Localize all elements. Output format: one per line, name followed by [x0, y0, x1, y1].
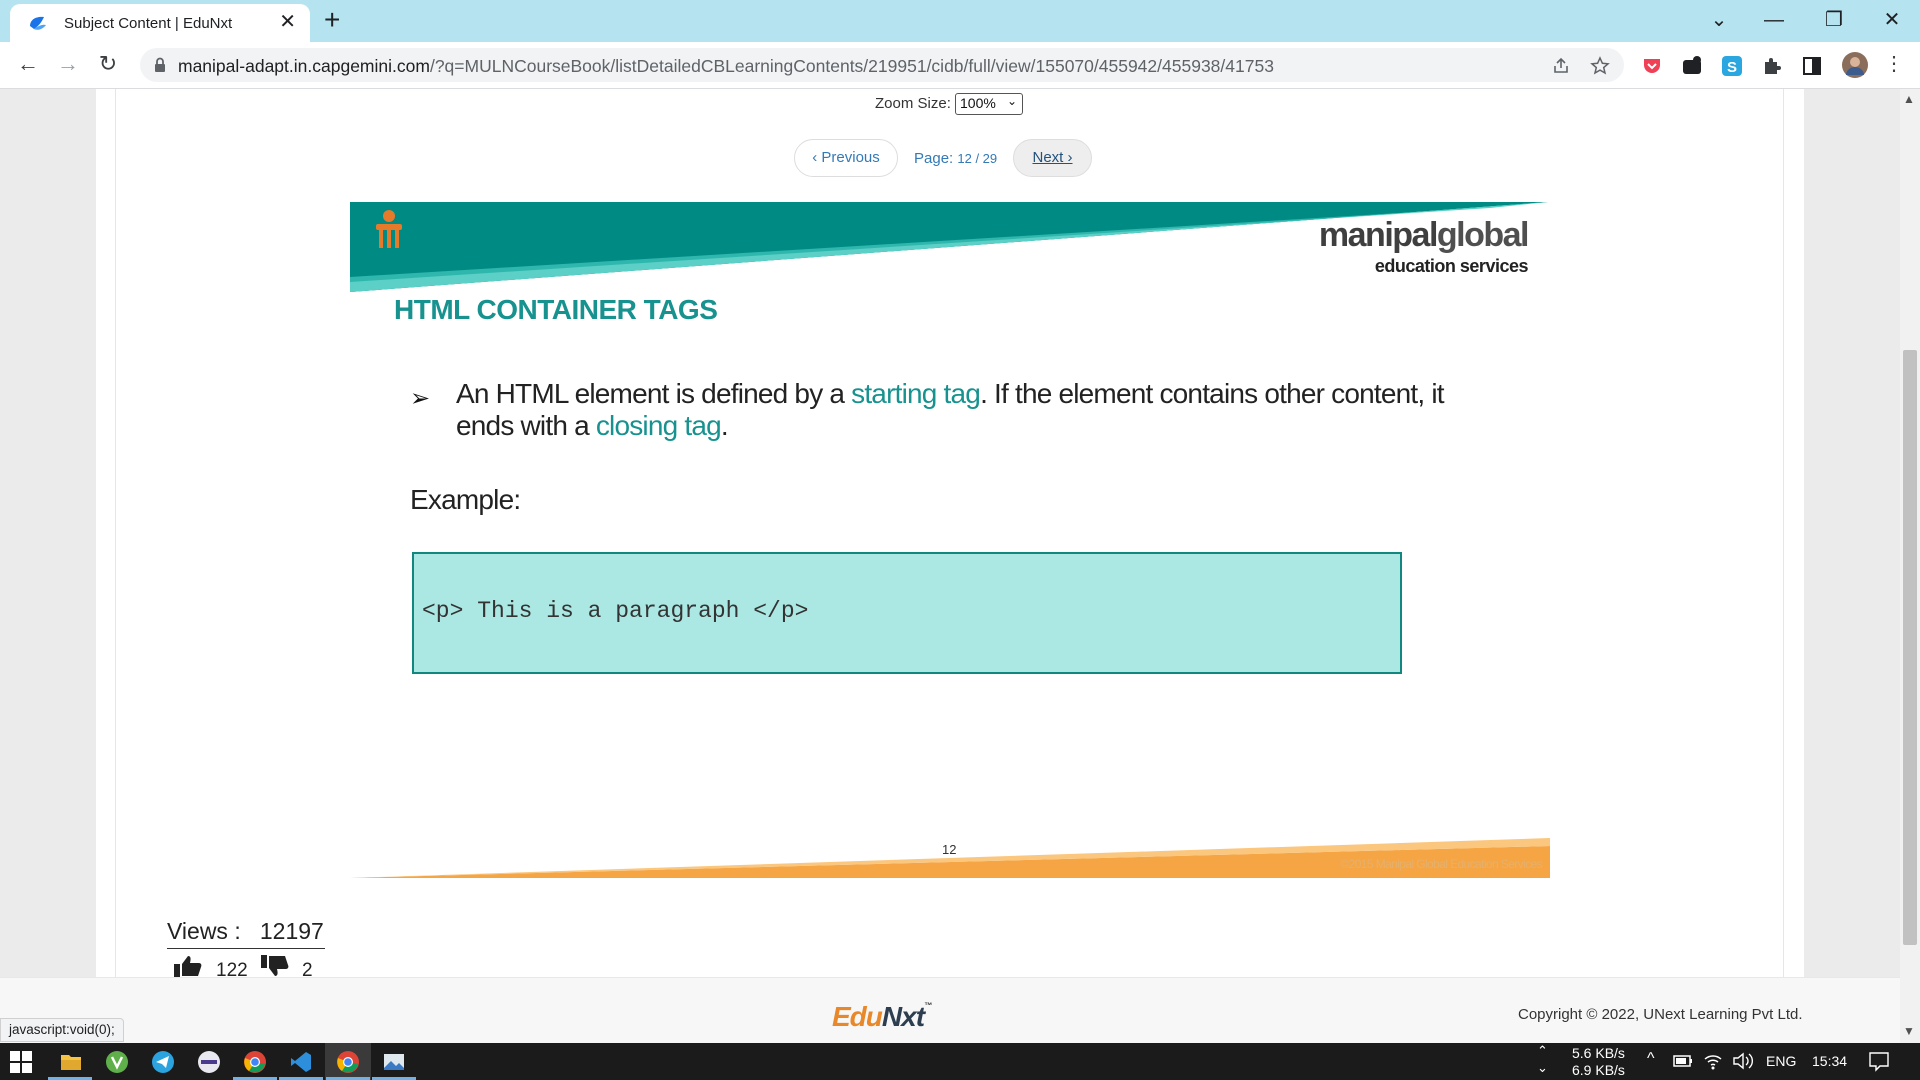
zoom-value: 100%: [960, 95, 996, 111]
reload-button[interactable]: ↻: [92, 51, 124, 77]
bullet-text: An HTML element is defined by a starting…: [456, 378, 1445, 441]
new-tab-button[interactable]: +: [324, 6, 340, 34]
tab-title: Subject Content | EduNxt: [64, 15, 233, 32]
thumbs-up-icon[interactable]: [174, 955, 202, 977]
browser-tab-active[interactable]: Subject Content | EduNxt ✕: [10, 4, 310, 42]
chrome-icon[interactable]: [243, 1050, 267, 1074]
highlight-closing-tag: closing tag: [595, 410, 722, 441]
browser-toolbar: ← → ↻ manipal-adapt.in.capgemini.com/?q=…: [0, 42, 1920, 89]
slide-copyright: ©2015 Manipal Global Education Services: [1340, 857, 1542, 871]
scrollbar-thumb[interactable]: [1903, 350, 1917, 945]
volume-icon[interactable]: [1732, 1052, 1754, 1070]
tray-up-arrow-icon: ⌃: [1537, 1043, 1548, 1058]
page-indicator: Page: 12 / 29: [914, 150, 997, 167]
app-stack-icon[interactable]: [197, 1050, 221, 1074]
page-label: Page:: [914, 150, 954, 167]
close-window-button[interactable]: ✕: [1872, 6, 1912, 34]
windows-taskbar: [0, 1043, 1920, 1080]
edunxt-logo: EduNxt™: [832, 1001, 932, 1032]
extension-s-icon[interactable]: S: [1721, 55, 1743, 77]
edunxt-favicon-icon: [30, 16, 46, 30]
address-bar[interactable]: manipal-adapt.in.capgemini.com/?q=MULNCo…: [140, 48, 1624, 82]
battery-icon[interactable]: [1673, 1054, 1693, 1068]
tray-down-arrow-icon: ⌄: [1537, 1060, 1548, 1075]
share-icon[interactable]: [1552, 57, 1570, 75]
scroll-down-icon[interactable]: ▼: [1903, 1024, 1915, 1038]
vscode-icon[interactable]: [289, 1050, 313, 1074]
wifi-icon[interactable]: [1703, 1052, 1723, 1070]
chrome-active-icon[interactable]: [336, 1050, 360, 1074]
file-explorer-icon[interactable]: [59, 1050, 83, 1074]
slide: manipalglobal education services HTML CO…: [350, 202, 1550, 878]
slide-number: 12: [942, 842, 957, 857]
status-bar-url: javascript:void(0);: [0, 1018, 124, 1042]
telegram-icon[interactable]: [151, 1050, 175, 1074]
code-example: <p> This is a paragraph </p>: [422, 598, 809, 624]
manipalglobal-logo: manipalglobal: [1318, 216, 1530, 254]
clock[interactable]: 15:34: [1812, 1053, 1847, 1069]
back-button[interactable]: ←: [12, 51, 44, 77]
lock-icon: [155, 57, 165, 72]
copyright-text: Copyright © 2022, UNext Learning Pvt Ltd…: [1518, 1006, 1803, 1023]
highlight-starting-tag: starting tag: [851, 378, 981, 409]
next-page-button[interactable]: Next ›: [1013, 139, 1092, 177]
chevron-down-icon: ⌄: [1006, 94, 1017, 108]
logo-tagline: education services: [1374, 256, 1529, 276]
views-divider: [167, 948, 325, 949]
photos-icon[interactable]: [382, 1050, 406, 1074]
profile-avatar[interactable]: [1841, 51, 1869, 79]
zoom-label: Zoom Size:: [875, 95, 951, 112]
tab-search-icon[interactable]: ⌄: [1699, 6, 1739, 34]
language-indicator[interactable]: ENG: [1766, 1053, 1796, 1069]
extension-dark-icon[interactable]: [1681, 55, 1703, 77]
tab-strip: Subject Content | EduNxt ✕ + ⌄ — ❐ ✕: [0, 0, 1920, 42]
bookmark-star-icon[interactable]: [1590, 56, 1610, 76]
chrome-menu-icon[interactable]: ⋮: [1878, 51, 1910, 77]
page-number: 12 / 29: [957, 151, 998, 166]
bullet-arrow-icon: ➢: [410, 385, 431, 412]
svg-text:S: S: [1727, 59, 1737, 76]
example-label: Example:: [410, 484, 521, 515]
url-text[interactable]: manipal-adapt.in.capgemini.com/?q=MULNCo…: [178, 56, 1274, 77]
slide-title: HTML CONTAINER TAGS: [394, 294, 718, 325]
upload-speed: 5.6 KB/s: [1572, 1045, 1625, 1061]
notifications-icon[interactable]: [1868, 1050, 1890, 1072]
restore-button[interactable]: ❐: [1814, 6, 1854, 34]
show-hidden-icons-icon[interactable]: ^: [1647, 1050, 1655, 1068]
previous-page-button[interactable]: ‹ Previous: [794, 139, 898, 177]
minimize-button[interactable]: —: [1754, 6, 1794, 34]
manipal-emblem-icon: [376, 210, 402, 248]
download-speed: 6.9 KB/s: [1572, 1062, 1625, 1078]
side-panel-icon[interactable]: [1801, 55, 1823, 77]
forward-button[interactable]: →: [52, 51, 84, 77]
network-speed: 5.6 KB/s 6.9 KB/s: [1572, 1045, 1625, 1079]
tab-close-icon[interactable]: ✕: [279, 12, 296, 32]
zoom-select[interactable]: 100% ⌄: [955, 93, 1023, 115]
pocket-extension-icon[interactable]: [1641, 55, 1663, 77]
app-green-icon[interactable]: [105, 1050, 129, 1074]
views-count: Views : 12197: [167, 918, 324, 944]
thumbs-down-icon[interactable]: [261, 955, 289, 977]
extensions-puzzle-icon[interactable]: [1761, 55, 1783, 77]
code-example-box: <p> This is a paragraph </p>: [412, 552, 1402, 674]
windows-start-icon[interactable]: [10, 1051, 32, 1073]
scroll-up-icon[interactable]: ▲: [1903, 92, 1915, 106]
